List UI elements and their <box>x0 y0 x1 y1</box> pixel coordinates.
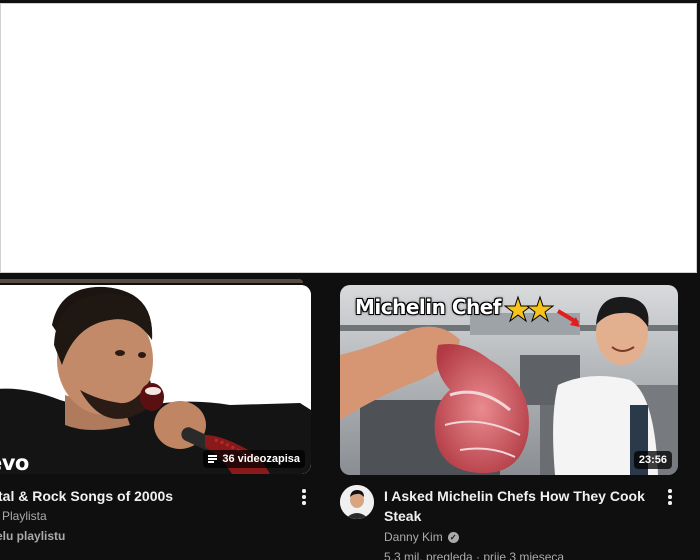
avatar-image <box>340 485 374 519</box>
playlist-subtitle[interactable]: ucic · Playlista <box>0 506 311 526</box>
michelin-chef-overlay-text: Michelin Chef <box>355 295 502 319</box>
video-count-badge: 36 videozapisa <box>203 450 305 468</box>
playlist-title[interactable]: t Metal & Rock Songs of 2000s <box>0 486 311 506</box>
playlist-icon <box>208 454 218 465</box>
video-count-label: 36 videozapisa <box>222 453 300 465</box>
video-meta: I Asked Michelin Chefs How They Cook Ste… <box>384 486 654 560</box>
verified-check-icon: ✓ <box>447 531 459 543</box>
youtube-feed: evo 36 videozapisa t Metal & Rock Songs … <box>0 0 700 560</box>
duration-badge: 23:56 <box>633 451 672 469</box>
blank-overlay-panel <box>0 3 697 273</box>
vevo-logo: evo <box>0 451 29 474</box>
playlist-thumbnail[interactable]: evo 36 videozapisa <box>0 285 311 474</box>
channel-avatar[interactable] <box>340 485 374 519</box>
video-thumbnail[interactable]: Michelin Chef 23:56 <box>340 285 678 475</box>
playlist-stack-edge <box>0 279 303 283</box>
channel-name[interactable]: Danny Kim <box>384 527 443 547</box>
view-full-playlist-link[interactable]: ži cijelu playlistu <box>0 526 311 546</box>
video-title[interactable]: I Asked Michelin Chefs How They Cook Ste… <box>384 486 654 526</box>
more-vert-icon[interactable] <box>660 485 680 509</box>
more-vert-icon[interactable] <box>294 485 314 509</box>
playlist-meta: t Metal & Rock Songs of 2000s ucic · Pla… <box>0 486 311 546</box>
video-stats: 5,3 mil. pregleda · prije 3 mjeseca <box>384 550 565 560</box>
channel-row: Danny Kim ✓ <box>384 527 654 547</box>
singer-image <box>0 285 311 474</box>
